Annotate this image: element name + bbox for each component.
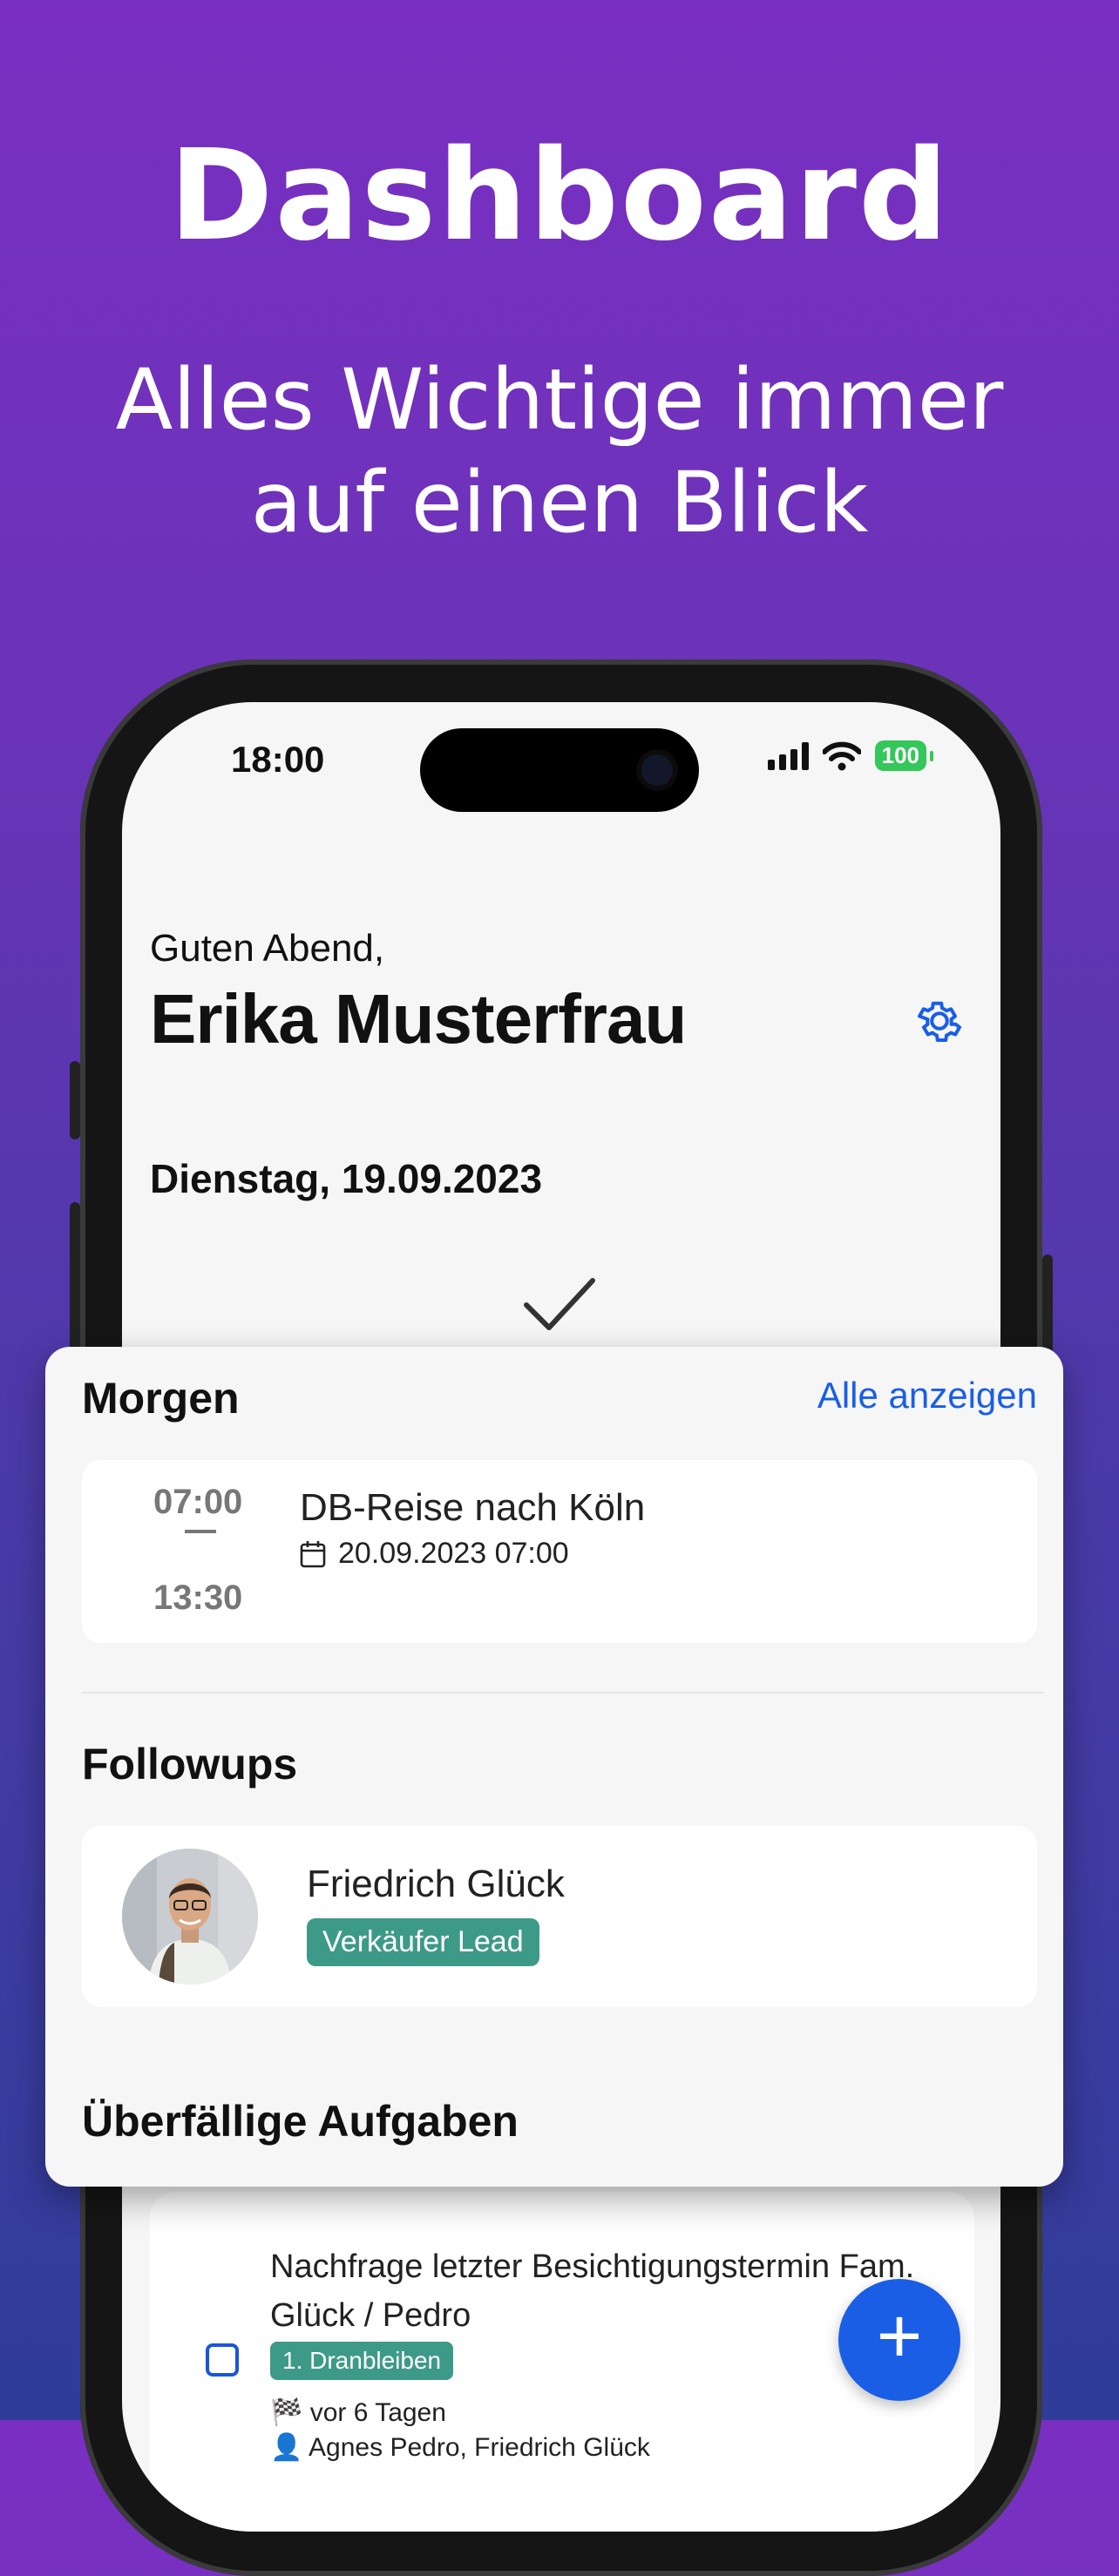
- greeting: Guten Abend,: [150, 927, 385, 970]
- phone-side-button: [70, 1061, 80, 1139]
- event-date: 20.09.2023 07:00: [338, 1537, 569, 1570]
- followup-tag: Verkäufer Lead: [307, 1918, 539, 1966]
- wifi-icon: [822, 741, 861, 770]
- phone-volume-button: [70, 1202, 80, 1350]
- user-name: Erika Musterfrau: [150, 980, 687, 1058]
- status-icons: 100: [767, 740, 934, 771]
- event-item[interactable]: 07:00 13:30 DB-Reise nach Köln 20.09.202…: [82, 1460, 1037, 1643]
- task-people: 👤 Agnes Pedro, Friedrich Glück: [270, 2432, 650, 2463]
- followup-item[interactable]: Friedrich Glück Verkäufer Lead: [82, 1826, 1037, 2007]
- person-icon: 👤: [270, 2433, 303, 2462]
- status-bar: 18:00 100: [122, 702, 1000, 824]
- plus-icon: +: [876, 2293, 923, 2380]
- hero-subtitle: Alles Wichtige immer auf einen Blick: [0, 348, 1119, 554]
- battery-indicator: 100: [874, 740, 934, 771]
- followup-person: Friedrich Glück: [307, 1863, 565, 1905]
- show-all-link[interactable]: Alle anzeigen: [817, 1375, 1037, 1416]
- hero-subtitle-line-1: Alles Wichtige immer: [115, 351, 1004, 449]
- dynamic-island: [420, 728, 699, 812]
- avatar: [122, 1849, 258, 1984]
- time-separator: [185, 1530, 216, 1533]
- calendar-icon: [300, 1540, 326, 1567]
- event-date-row: 20.09.2023 07:00: [300, 1537, 569, 1571]
- signal-icon: [767, 741, 809, 770]
- gear-icon[interactable]: [913, 995, 966, 1047]
- task-due: 🏁 vor 6 Tagen: [270, 2397, 446, 2428]
- current-date: Dienstag, 19.09.2023: [150, 1156, 543, 1201]
- task-tag: 1. Dranbleiben: [270, 2342, 454, 2380]
- event-title: DB-Reise nach Köln: [300, 1486, 646, 1529]
- section-title-overdue: Überfällige Aufgaben: [82, 2097, 519, 2146]
- hero-subtitle-line-2: auf einen Blick: [250, 454, 869, 551]
- status-time: 18:00: [231, 739, 325, 780]
- task-checkbox[interactable]: [206, 2343, 239, 2377]
- task-due-text: vor 6 Tagen: [309, 2398, 446, 2427]
- camera-icon: [641, 754, 673, 786]
- flag-icon: 🏁: [270, 2398, 303, 2427]
- dashboard-card: Morgen Alle anzeigen 07:00 13:30 DB-Reis…: [45, 1347, 1063, 2187]
- event-start-time: 07:00: [153, 1483, 243, 1521]
- hero-title: Dashboard: [168, 122, 951, 268]
- add-button[interactable]: +: [838, 2279, 960, 2401]
- section-title-followups: Followups: [82, 1740, 298, 1788]
- section-title-morgen: Morgen: [82, 1374, 240, 1423]
- checkmark-icon: [524, 1278, 595, 1330]
- task-people-text: Agnes Pedro, Friedrich Glück: [309, 2433, 650, 2462]
- event-end-time: 13:30: [153, 1579, 243, 1617]
- divider: [82, 1692, 1044, 1694]
